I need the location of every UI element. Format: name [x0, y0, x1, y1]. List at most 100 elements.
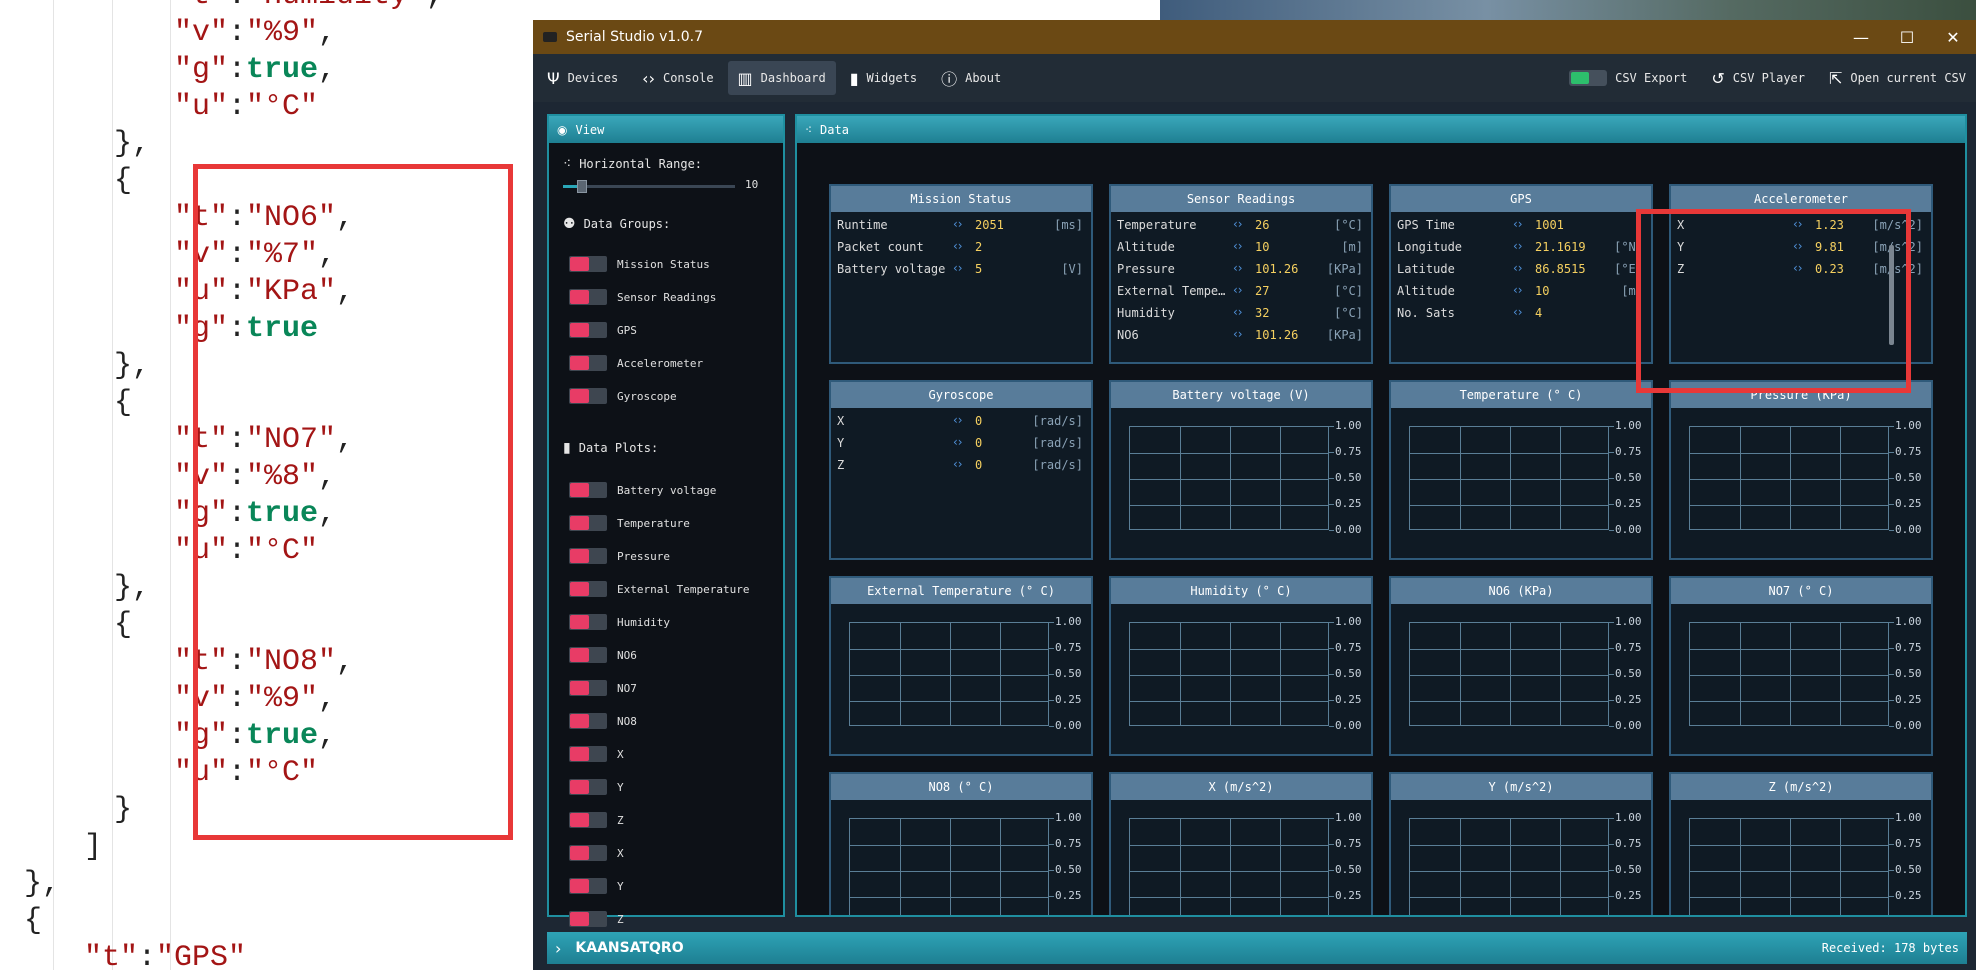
toggle-switch[interactable]: [569, 322, 607, 338]
close-button[interactable]: ✕: [1930, 28, 1976, 47]
field-value: 2051: [975, 218, 1004, 232]
y-tick-label: 0.50: [1615, 471, 1642, 484]
toggle-switch[interactable]: [569, 746, 607, 762]
toggle-temperature[interactable]: Temperature: [569, 515, 690, 531]
toggle-accelerometer[interactable]: Accelerometer: [569, 355, 703, 371]
y-tick: [1329, 870, 1334, 871]
toggle-y[interactable]: Y: [569, 779, 624, 795]
toggle-switch[interactable]: [569, 515, 607, 531]
tab-console[interactable]: ‹› Console: [632, 61, 723, 95]
toggle-external-temperature[interactable]: External Temperature: [569, 581, 749, 597]
grid-line: [1690, 845, 1888, 846]
toggle-x[interactable]: X: [569, 746, 624, 762]
grid-line: [1690, 649, 1888, 650]
code-arrows-icon: ‹›: [1233, 305, 1243, 319]
csv-export-toggle[interactable]: CSV Export: [1559, 61, 1697, 95]
grid-line: [1690, 505, 1888, 506]
toggle-mission-status[interactable]: Mission Status: [569, 256, 710, 272]
toggle-switch[interactable]: [569, 647, 607, 663]
code-line: {: [114, 164, 133, 198]
toggle-switch[interactable]: [569, 289, 607, 305]
y-tick-label: 0.00: [1895, 915, 1922, 917]
toggle-humidity[interactable]: Humidity: [569, 614, 670, 630]
toggle-z[interactable]: Z: [569, 812, 624, 828]
open-csv-button[interactable]: ⇱ Open current CSV: [1819, 61, 1976, 95]
y-tick: [1329, 622, 1334, 623]
status-bar[interactable]: › KAANSATQRO Received: 178 bytes: [547, 932, 1967, 964]
code-line: }: [114, 793, 133, 827]
sensor-readings-scrollbar[interactable]: [1889, 245, 1894, 345]
csv-export-switch[interactable]: [1569, 70, 1608, 86]
csv-player-button[interactable]: ↺ CSV Player: [1701, 61, 1815, 95]
toggle-switch[interactable]: [569, 614, 607, 630]
toggle-no7[interactable]: NO7: [569, 680, 637, 696]
field-value: 5: [975, 262, 983, 276]
data-row: Runtime ‹› 2051 [ms]: [831, 214, 1091, 236]
code-arrows-icon: ‹›: [1233, 217, 1243, 231]
data-row: Z ‹› 0 [rad/s]: [831, 454, 1091, 476]
toggle-switch[interactable]: [569, 581, 607, 597]
grid-line: [1130, 649, 1328, 650]
tab-about[interactable]: ⓘ About: [931, 61, 1011, 95]
minimize-button[interactable]: —: [1838, 28, 1884, 47]
toggle-no6[interactable]: NO6: [569, 647, 637, 663]
tab-devices[interactable]: Ψ Devices: [537, 61, 628, 95]
slider-handle[interactable]: [577, 180, 587, 193]
toggle-gps[interactable]: GPS: [569, 322, 637, 338]
y-tick-label: 1.00: [1335, 419, 1362, 432]
field-name: Packet count: [837, 240, 924, 254]
field-value: 32: [1255, 306, 1270, 320]
y-tick: [1609, 700, 1614, 701]
toggle-switch[interactable]: [569, 911, 607, 927]
code-arrows-icon: ‹›: [953, 261, 963, 275]
toggle-switch[interactable]: [569, 482, 607, 498]
grid-line: [1790, 623, 1791, 725]
toggle-switch[interactable]: [569, 845, 607, 861]
code-line: "u":"°C": [174, 90, 319, 124]
toggle-y[interactable]: Y: [569, 878, 624, 894]
y-tick-label: 0.50: [1335, 471, 1362, 484]
y-tick: [1329, 700, 1334, 701]
y-tick: [1329, 674, 1334, 675]
dots-icon: ⁖: [805, 122, 813, 137]
grid-line: [1000, 623, 1001, 725]
toggle-switch[interactable]: [569, 779, 607, 795]
toggle-switch[interactable]: [569, 388, 607, 404]
field-name: Battery voltage: [837, 262, 946, 276]
toggle-switch[interactable]: [569, 256, 607, 272]
y-tick-label: 0.25: [1055, 889, 1082, 902]
y-tick-label: 1.00: [1615, 811, 1642, 824]
field-name: Y: [837, 436, 845, 450]
toggle-switch[interactable]: [569, 355, 607, 371]
field-unit: [rad/s]: [1032, 436, 1083, 450]
toggle-no8[interactable]: NO8: [569, 713, 637, 729]
tab-widgets[interactable]: ▮ Widgets: [840, 61, 927, 95]
maximize-button[interactable]: ☐: [1884, 28, 1930, 47]
plot-title: Humidity (° C): [1111, 578, 1371, 604]
toggle-gyroscope[interactable]: Gyroscope: [569, 388, 677, 404]
expand-chevron-icon[interactable]: ›: [555, 939, 561, 958]
toggle-switch[interactable]: [569, 812, 607, 828]
grid-line: [1740, 819, 1741, 915]
card-title: GPS: [1391, 186, 1651, 212]
toggle-sensor-readings[interactable]: Sensor Readings: [569, 289, 716, 305]
code-editor[interactable]: "t":"Humidity","v":"%9","g":true,"u":"°C…: [0, 0, 540, 970]
plot-card: External Temperature (° C) 1.00 0.75 0.50 0.…: [829, 576, 1093, 756]
grid-line: [1410, 701, 1608, 702]
code-line: },: [114, 349, 151, 383]
tab-dashboard[interactable]: ▥ Dashboard: [727, 61, 836, 95]
grid-line: [850, 871, 1048, 872]
toggle-switch[interactable]: [569, 680, 607, 696]
toolbar-nav: Ψ Devices ‹› Console ▥ Dashboard ▮ Widgets ⓘ Abou…: [533, 61, 1011, 95]
toggle-x[interactable]: X: [569, 845, 624, 861]
toggle-battery-voltage[interactable]: Battery voltage: [569, 482, 716, 498]
code-line: "g":true,: [174, 53, 337, 87]
toggle-switch[interactable]: [569, 548, 607, 564]
field-unit: [KPa]: [1326, 262, 1363, 276]
toggle-switch[interactable]: [569, 878, 607, 894]
toggle-z[interactable]: Z: [569, 911, 624, 927]
toggle-switch[interactable]: [569, 713, 607, 729]
horizontal-range-slider[interactable]: [563, 180, 735, 193]
tab-label: Console: [662, 71, 714, 85]
toggle-pressure[interactable]: Pressure: [569, 548, 670, 564]
